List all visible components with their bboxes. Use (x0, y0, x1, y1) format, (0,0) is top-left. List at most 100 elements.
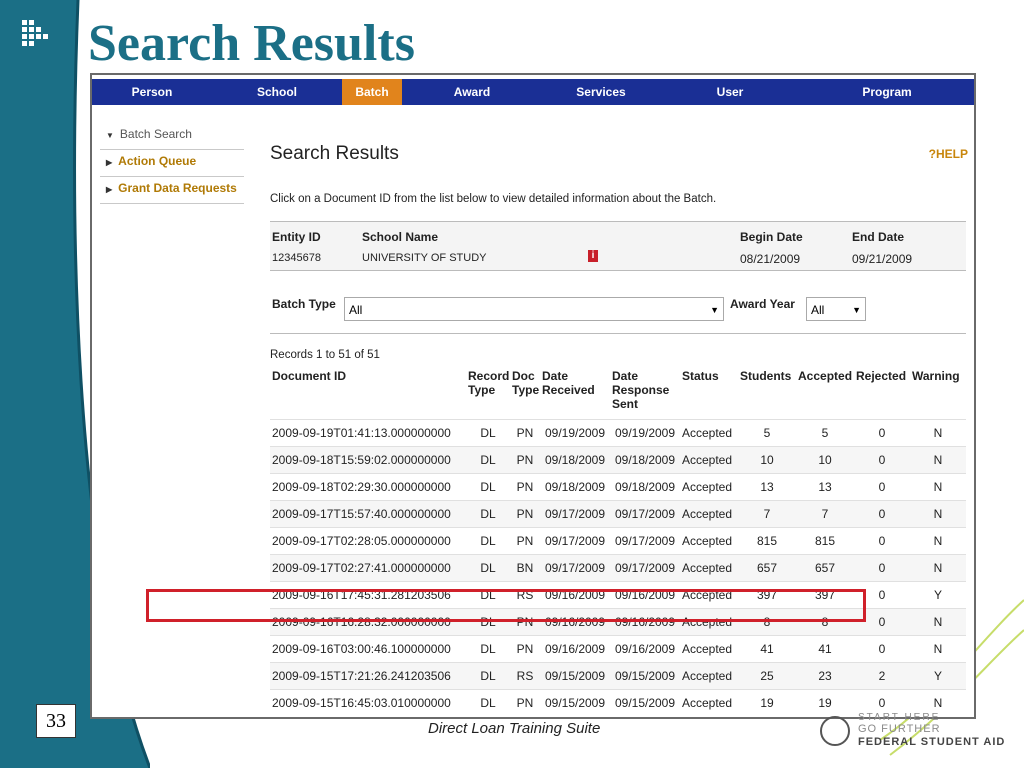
cell-rejected: 0 (854, 419, 910, 447)
cell-warning: N (910, 554, 966, 582)
batch-type-value: All (349, 303, 363, 317)
cell-accepted: 7 (796, 500, 854, 528)
help-label: HELP (935, 147, 968, 161)
col-record-type: Record Type (466, 367, 510, 420)
cell-record-type: DL (466, 554, 510, 582)
cell-warning: N (910, 527, 966, 555)
cell-status: Accepted (680, 500, 738, 528)
cell-doc-type: PN (510, 527, 540, 555)
cell-document-id[interactable]: 2009-09-15T17:21:26.241203506 (270, 662, 466, 690)
col-rejected: Rejected (854, 367, 910, 420)
cell-document-id[interactable]: 2009-09-19T01:41:13.000000000 (270, 419, 466, 447)
col-accepted: Accepted (796, 367, 854, 420)
info-icon[interactable]: i (588, 250, 598, 262)
sidebar: ▼ Batch Search ▶ Action Queue ▶ Grant Data … (100, 123, 244, 204)
cell-students: 10 (738, 446, 796, 474)
cell-date-received: 09/18/2009 (540, 473, 610, 501)
cell-rejected: 0 (854, 500, 910, 528)
help-link[interactable]: ?HELP (929, 147, 968, 161)
nav-program[interactable]: Program (800, 79, 974, 105)
table-row: 2009-09-19T01:41:13.000000000 DL PN 09/19/2… (270, 419, 966, 447)
entity-id-value: 12345678 (272, 252, 321, 264)
cell-doc-type: PN (510, 689, 540, 716)
cell-warning: N (910, 635, 966, 663)
highlight-callout (146, 589, 866, 622)
records-count: Records 1 to 51 of 51 (270, 349, 380, 361)
cell-status: Accepted (680, 419, 738, 447)
col-date-received: Date Received (540, 367, 610, 420)
cell-rejected: 0 (854, 473, 910, 501)
cell-students: 19 (738, 689, 796, 716)
school-name-value: UNIVERSITY OF STUDY (362, 252, 487, 264)
col-date-response-sent: Date Response Sent (610, 367, 680, 420)
cell-document-id[interactable]: 2009-09-17T02:27:41.000000000 (270, 554, 466, 582)
brand-line-1: START HERE (858, 712, 941, 723)
cell-doc-type: PN (510, 500, 540, 528)
table-row: 2009-09-18T15:59:02.000000000 DL PN 09/18/2… (270, 446, 966, 474)
cell-students: 815 (738, 527, 796, 555)
footer-text: Direct Loan Training Suite (428, 720, 601, 737)
cell-date-received: 09/15/2009 (540, 689, 610, 716)
sidebar-item-label: Batch Search (119, 127, 192, 141)
cell-record-type: DL (466, 689, 510, 716)
cell-status: Accepted (680, 662, 738, 690)
cell-document-id[interactable]: 2009-09-15T16:45:03.010000000 (270, 689, 466, 716)
batch-type-select[interactable]: All ▼ (344, 297, 724, 321)
table-row: 2009-09-18T02:29:30.000000000 DL PN 09/18/2… (270, 473, 966, 501)
end-date-value: 09/21/2009 (852, 252, 913, 266)
cell-date-response-sent: 09/17/2009 (610, 500, 680, 528)
cell-date-response-sent: 09/15/2009 (610, 689, 680, 716)
nav-user[interactable]: User (660, 79, 800, 105)
sidebar-item-batch-search[interactable]: ▼ Batch Search (100, 123, 244, 150)
cell-record-type: DL (466, 527, 510, 555)
award-year-label: Award Year (730, 297, 795, 311)
cell-document-id[interactable]: 2009-09-17T02:28:05.000000000 (270, 527, 466, 555)
cell-document-id[interactable]: 2009-09-18T02:29:30.000000000 (270, 473, 466, 501)
sidebar-item-action-queue[interactable]: ▶ Action Queue (100, 150, 244, 177)
triangle-right-icon: ▶ (106, 158, 113, 167)
nav-award[interactable]: Award (402, 79, 542, 105)
cell-date-received: 09/16/2009 (540, 635, 610, 663)
cell-record-type: DL (466, 446, 510, 474)
col-document-id: Document ID (270, 367, 466, 420)
cell-warning: N (910, 608, 966, 636)
cell-students: 13 (738, 473, 796, 501)
cell-warning: N (910, 473, 966, 501)
cell-document-id[interactable]: 2009-09-16T03:00:46.100000000 (270, 635, 466, 663)
cell-status: Accepted (680, 554, 738, 582)
nav-services[interactable]: Services (542, 79, 660, 105)
col-warning: Warning (910, 367, 966, 420)
cell-accepted: 13 (796, 473, 854, 501)
cell-status: Accepted (680, 689, 738, 716)
cell-doc-type: PN (510, 635, 540, 663)
award-year-select[interactable]: All ▼ (806, 297, 866, 321)
nav-school[interactable]: School (212, 79, 342, 105)
cell-rejected: 0 (854, 635, 910, 663)
cell-date-received: 09/17/2009 (540, 500, 610, 528)
cell-accepted: 23 (796, 662, 854, 690)
cell-date-received: 09/17/2009 (540, 554, 610, 582)
nav-person[interactable]: Person (92, 79, 212, 105)
cell-document-id[interactable]: 2009-09-17T15:57:40.000000000 (270, 500, 466, 528)
app-screenshot: Person School Batch Award Services User … (90, 73, 976, 719)
batch-info-box: Entity ID 12345678 School Name UNIVERSIT… (270, 221, 966, 271)
cell-students: 657 (738, 554, 796, 582)
cell-document-id[interactable]: 2009-09-18T15:59:02.000000000 (270, 446, 466, 474)
filter-row: Batch Type All ▼ Award Year All ▼ (270, 287, 966, 334)
cell-record-type: DL (466, 473, 510, 501)
top-navigation: Person School Batch Award Services User … (92, 79, 974, 105)
cell-students: 25 (738, 662, 796, 690)
sidebar-item-label: Action Queue (118, 154, 197, 168)
cell-date-response-sent: 09/19/2009 (610, 419, 680, 447)
table-row: 2009-09-17T02:27:41.000000000 DL BN 09/17/2… (270, 554, 966, 582)
triangle-right-icon: ▶ (106, 185, 113, 194)
nav-batch[interactable]: Batch (342, 79, 402, 105)
cell-date-response-sent: 09/18/2009 (610, 446, 680, 474)
cell-date-received: 09/15/2009 (540, 662, 610, 690)
award-year-value: All (811, 303, 825, 317)
table-row: 2009-09-17T02:28:05.000000000 DL PN 09/17/2… (270, 527, 966, 555)
sidebar-item-grant-data-requests[interactable]: ▶ Grant Data Requests (100, 177, 244, 204)
page-heading: Search Results (270, 143, 399, 164)
cell-rejected: 0 (854, 446, 910, 474)
cell-rejected: 0 (854, 527, 910, 555)
